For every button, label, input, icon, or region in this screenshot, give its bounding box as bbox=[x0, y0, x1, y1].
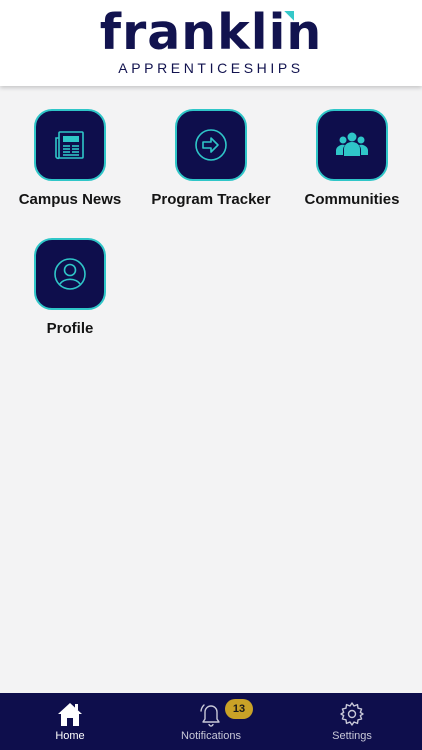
program-tracker-button[interactable] bbox=[175, 109, 247, 181]
tile-campus-news[interactable]: Campus News bbox=[10, 109, 130, 208]
communities-label: Communities bbox=[304, 191, 400, 208]
program-tracker-label: Program Tracker bbox=[151, 191, 271, 208]
newspaper-icon bbox=[55, 131, 84, 160]
communities-button[interactable] bbox=[316, 109, 388, 181]
people-group-icon bbox=[336, 132, 368, 156]
tile-program-tracker[interactable]: Program Tracker bbox=[151, 109, 271, 208]
campus-news-button[interactable] bbox=[34, 109, 106, 181]
tab-settings-label: Settings bbox=[332, 730, 372, 742]
brand-subtitle: APPRENTICESHIPS bbox=[118, 60, 304, 76]
tab-home[interactable]: Home bbox=[0, 693, 140, 750]
tab-settings[interactable]: Settings bbox=[282, 693, 422, 750]
tile-profile[interactable]: Profile bbox=[10, 238, 130, 337]
brand-logo: franklin bbox=[0, 6, 422, 60]
notification-count-badge: 13 bbox=[225, 699, 253, 719]
home-icon bbox=[58, 703, 82, 726]
gear-icon bbox=[340, 702, 364, 726]
tile-communities[interactable]: Communities bbox=[292, 109, 412, 208]
campus-news-label: Campus News bbox=[18, 191, 122, 208]
bell-icon bbox=[200, 704, 220, 727]
user-circle-icon bbox=[54, 258, 86, 290]
tab-notifications[interactable]: 13 Notifications bbox=[141, 693, 281, 750]
brand-accent-mark bbox=[284, 11, 295, 21]
profile-label: Profile bbox=[46, 320, 94, 337]
brand-name: franklin bbox=[99, 4, 323, 61]
tab-notifications-label: Notifications bbox=[181, 730, 241, 742]
arrow-right-circle-icon bbox=[195, 129, 227, 161]
bottom-tab-bar: Home 13 Notifications Settings bbox=[0, 693, 422, 750]
profile-button[interactable] bbox=[34, 238, 106, 310]
tab-home-label: Home bbox=[55, 730, 85, 742]
app-header: franklin APPRENTICESHIPS bbox=[0, 0, 422, 86]
